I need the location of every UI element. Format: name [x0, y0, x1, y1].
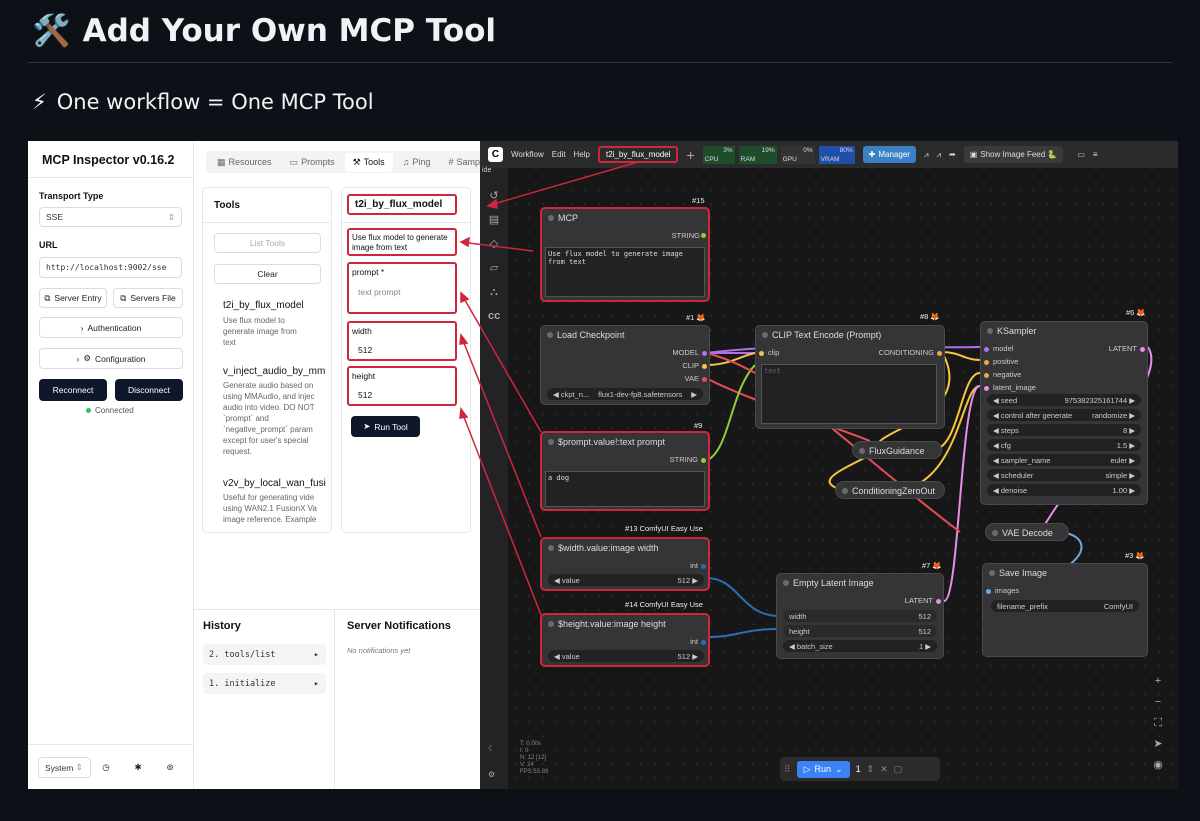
annotation-arrows — [459, 161, 639, 616]
